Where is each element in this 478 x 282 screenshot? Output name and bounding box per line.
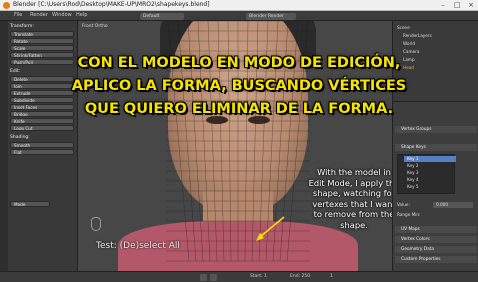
next-frame-button[interactable] bbox=[210, 274, 217, 281]
menu-help[interactable]: Help bbox=[76, 12, 87, 18]
properties-editor: Vertex Groups Shape Keys Key 1 Key 2 Key… bbox=[392, 101, 478, 271]
flat-button[interactable]: Flat bbox=[10, 149, 74, 155]
caption-line: QUE QUIERO ELIMINAR DE LA FORMA. bbox=[84, 101, 394, 117]
mode-selector[interactable]: Mode bbox=[10, 201, 50, 207]
render-engine-selector[interactable]: Blender Render bbox=[246, 13, 296, 20]
caption-line: CON EL MODELO EN MODO DE EDICIÓN, bbox=[77, 55, 401, 71]
value-field[interactable]: 0.000 bbox=[433, 202, 473, 208]
shape-key-item[interactable]: Key 2 bbox=[404, 163, 456, 169]
close-button[interactable]: × bbox=[464, 0, 478, 11]
current-frame-field[interactable]: 1 bbox=[330, 274, 333, 279]
layout-selector[interactable]: Default bbox=[140, 13, 184, 20]
timeline: Start: 1 End: 250 1 bbox=[0, 271, 478, 282]
panel-uv-maps[interactable]: UV Maps bbox=[395, 226, 477, 233]
end-frame-field[interactable]: End: 250 bbox=[290, 274, 310, 279]
outliner-item[interactable]: Scene bbox=[397, 25, 410, 31]
maximize-button[interactable]: □ bbox=[450, 0, 464, 11]
menu-render[interactable]: Render bbox=[30, 12, 48, 18]
scale-button[interactable]: Scale bbox=[10, 45, 74, 51]
panel-vertex-colors[interactable]: Vertex Colors bbox=[395, 236, 477, 243]
menu-file[interactable]: File bbox=[14, 12, 22, 18]
caption-line: APLICO LA FORMA, BUSCANDO VÉRTICES bbox=[71, 78, 407, 94]
panel-custom-properties[interactable]: Custom Properties bbox=[395, 256, 477, 263]
shape-key-item[interactable]: Key 5 bbox=[404, 184, 456, 190]
menu-window[interactable]: Window bbox=[52, 12, 72, 18]
panel-vertex-groups[interactable]: Vertex Groups bbox=[395, 126, 477, 133]
outliner-item[interactable]: World bbox=[403, 41, 415, 47]
info-header: File Render Window Help Default Blender … bbox=[0, 11, 478, 21]
start-frame-field[interactable]: Start: 1 bbox=[250, 274, 267, 279]
window-title: Blender [C:\Users\Rod\Desktop\MAKE-UP\MR… bbox=[13, 1, 210, 8]
shape-key-item[interactable]: Key 1 bbox=[404, 156, 456, 162]
window-title-bar: Blender [C:\Users\Rod\Desktop\MAKE-UP\MR… bbox=[0, 0, 478, 11]
tutorial-caption: CON EL MODELO EN MODO DE EDICIÓN, APLICO… bbox=[0, 52, 478, 121]
play-button[interactable] bbox=[200, 274, 207, 281]
translate-button[interactable]: Translate bbox=[10, 31, 74, 37]
section-transform: Transform: bbox=[10, 24, 34, 29]
shape-key-item[interactable]: Key 3 bbox=[404, 170, 456, 176]
range-min-label: Range Min: bbox=[397, 212, 421, 217]
outliner-item[interactable]: RenderLayers bbox=[403, 33, 432, 39]
value-label: Value: bbox=[397, 202, 410, 207]
blender-logo-icon bbox=[3, 2, 10, 9]
panel-shape-keys[interactable]: Shape Keys bbox=[395, 144, 477, 151]
section-shading: Shading: bbox=[10, 135, 30, 140]
rotate-button[interactable]: Rotate bbox=[10, 38, 74, 44]
shape-key-item[interactable]: Key 4 bbox=[404, 177, 456, 183]
loop-cut-button[interactable]: Loop Cut bbox=[10, 125, 74, 131]
shape-keys-list[interactable]: Key 1 Key 2 Key 3 Key 4 Key 5 bbox=[397, 154, 456, 194]
smooth-button[interactable]: Smooth bbox=[10, 142, 74, 148]
minimize-button[interactable]: – bbox=[436, 0, 450, 11]
panel-geometry-data[interactable]: Geometry Data bbox=[395, 246, 477, 253]
